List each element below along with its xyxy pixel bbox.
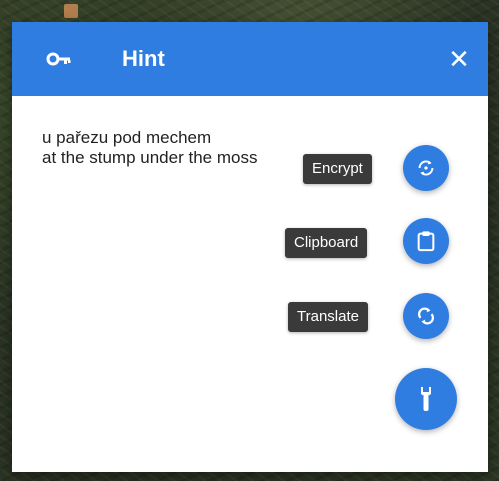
- encrypt-icon: [418, 160, 434, 176]
- map-marker: [64, 4, 78, 18]
- dialog-header: Hint ✕: [12, 22, 488, 96]
- clipboard-button[interactable]: [403, 218, 449, 264]
- wrench-icon: [421, 387, 431, 411]
- close-button[interactable]: ✕: [444, 44, 474, 74]
- translate-label[interactable]: Translate: [288, 302, 368, 332]
- hint-line: at the stump under the moss: [42, 148, 258, 167]
- encrypt-button[interactable]: [403, 145, 449, 191]
- hint-dialog: Hint ✕ u pařezu pod mechem at the stump …: [12, 22, 488, 472]
- clipboard-label[interactable]: Clipboard: [285, 228, 368, 258]
- tools-button[interactable]: [395, 368, 457, 430]
- hint-text: u pařezu pod mechem at the stump under t…: [42, 128, 342, 168]
- key-icon: [46, 52, 71, 66]
- dialog-title: Hint: [122, 46, 165, 71]
- close-icon: ✕: [448, 44, 470, 74]
- encrypt-label[interactable]: Encrypt: [303, 154, 372, 184]
- translate-button[interactable]: [403, 293, 449, 339]
- clipboard-icon: [417, 231, 435, 252]
- hint-line: u pařezu pod mechem: [42, 128, 212, 147]
- translate-icon: [418, 307, 434, 325]
